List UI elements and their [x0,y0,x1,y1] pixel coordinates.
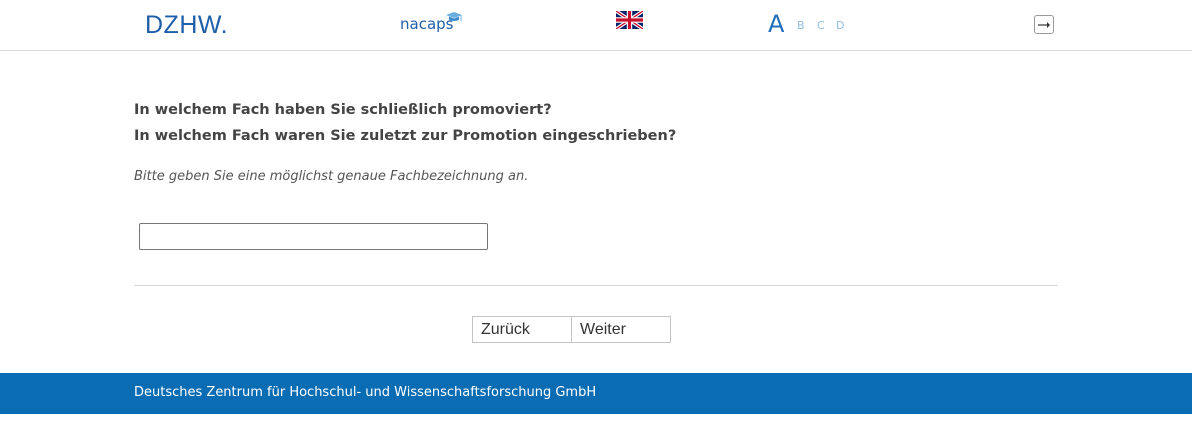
graduation-cap-icon [446,12,462,21]
footer-text: Deutsches Zentrum für Hochschul- und Wis… [134,385,597,400]
instruction-text: Bitte geben Sie eine möglichst genaue Fa… [134,169,529,184]
logout-button[interactable] [1034,15,1054,34]
font-size-c[interactable]: C [817,19,825,32]
font-size-b[interactable]: B [797,19,805,32]
footer: Deutsches Zentrum für Hochschul- und Wis… [0,373,1192,414]
subject-answer-input[interactable] [139,223,488,250]
font-size-a[interactable]: A [768,10,784,38]
nacaps-logo: nacaps [400,12,462,36]
navigation-buttons: Zurück Weiter [472,316,671,343]
logout-icon [1038,22,1050,28]
question-text: In welchem Fach haben Sie schließlich pr… [134,97,1034,149]
top-bar: DZHW. nacaps A B C D [0,0,1192,51]
font-size-d[interactable]: D [836,19,844,32]
divider [134,285,1058,286]
question-line-2: In welchem Fach waren Sie zuletzt zur Pr… [134,128,677,144]
back-button[interactable]: Zurück [472,316,572,343]
dzhw-logo: DZHW. [145,11,229,39]
question-line-1: In welchem Fach haben Sie schließlich pr… [134,102,552,118]
uk-flag-icon[interactable] [615,9,644,31]
next-button[interactable]: Weiter [572,316,671,343]
